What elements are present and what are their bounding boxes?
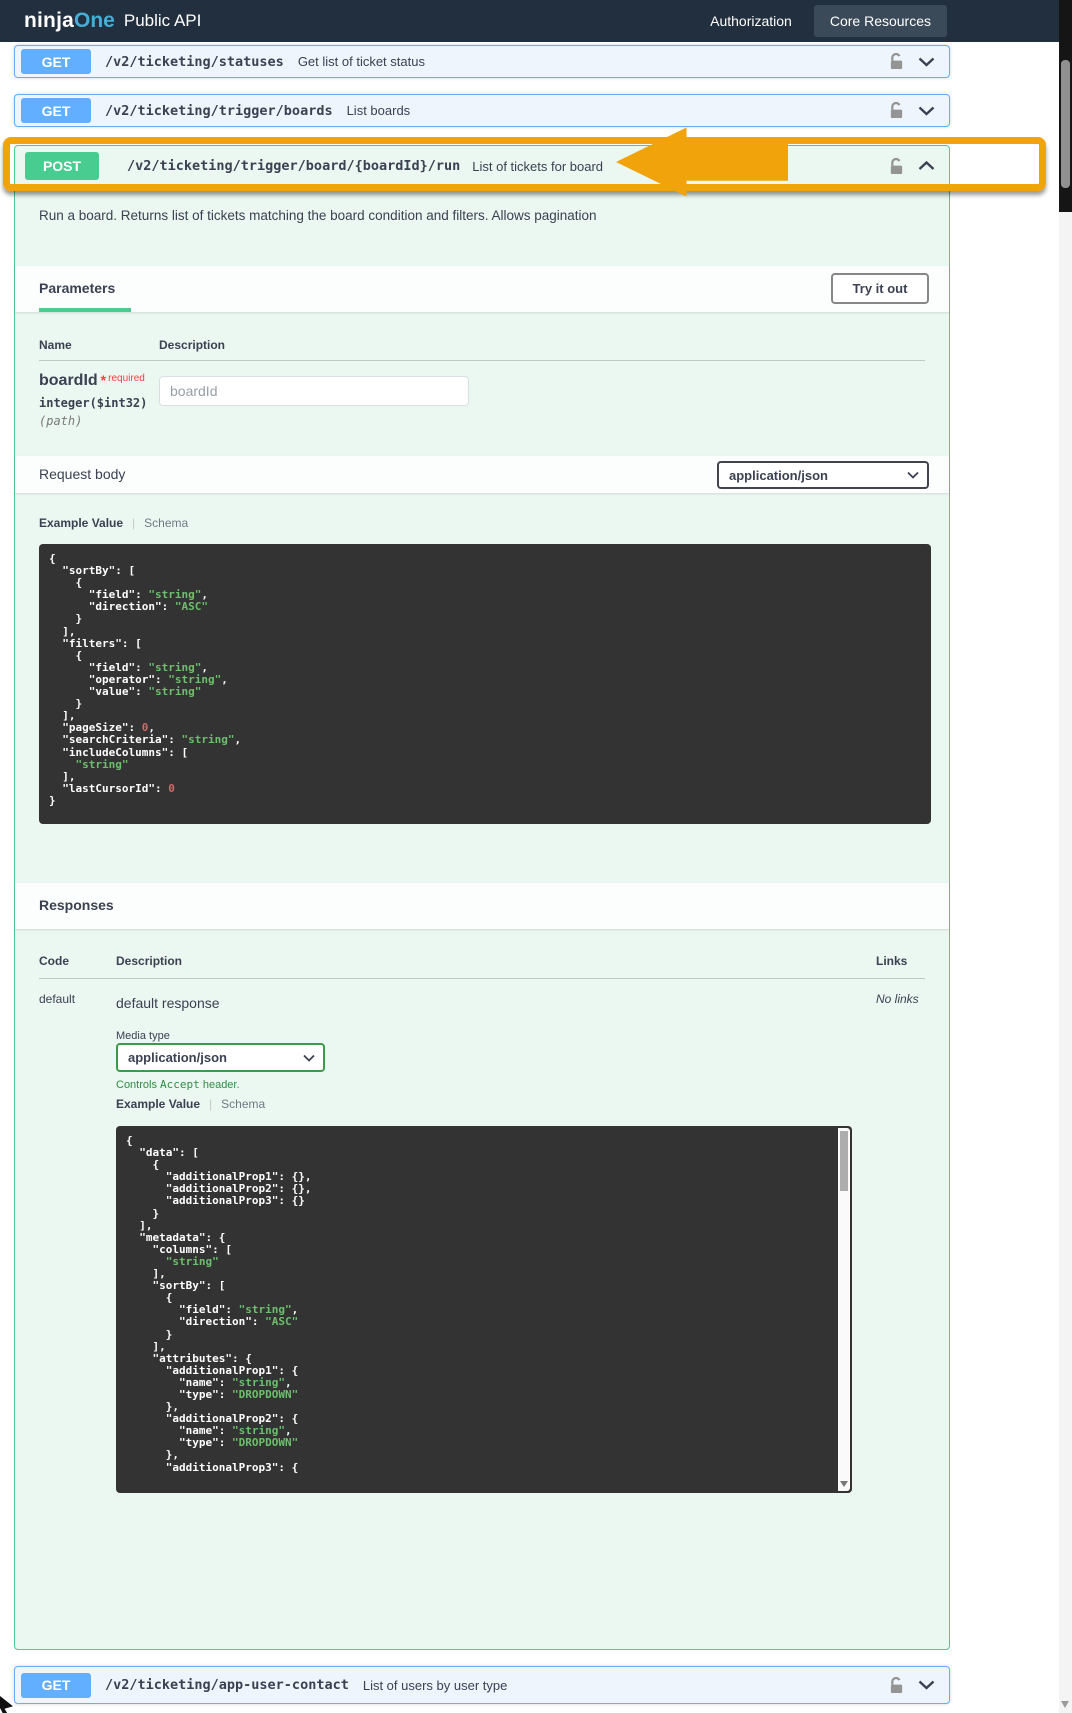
top-nav: Authorization Core Resources — [710, 0, 947, 42]
top-bar: ninjaOne Public API Authorization Core R… — [0, 0, 1072, 42]
response-links-value: No links — [876, 992, 919, 1006]
controls-accept-prefix: Controls — [116, 1079, 160, 1091]
endpoint-row-trigger-boards[interactable]: GET /v2/ticketing/trigger/boards List bo… — [14, 94, 950, 127]
responses-section-header: Responses — [15, 883, 949, 929]
request-example-json: { "sortBy": [ { "field": "string", "dire… — [39, 544, 931, 816]
lock-open-icon[interactable] — [889, 157, 904, 176]
endpoint-row-run-board[interactable]: POST /v2/ticketing/trigger/board/{boardI… — [17, 148, 947, 184]
chevron-down-icon[interactable] — [918, 1680, 935, 1690]
param-type: integer($int32) — [39, 396, 147, 410]
media-type-label: Media type — [116, 1030, 170, 1042]
operation-description: Run a board. Returns list of tickets mat… — [39, 208, 597, 223]
responses-description-header: Description — [116, 954, 182, 968]
logo-text-public-api: Public API — [124, 11, 202, 31]
row-icons — [889, 157, 935, 176]
scroll-down-arrow-icon[interactable] — [840, 1481, 848, 1487]
get-method-badge: GET — [21, 1673, 91, 1698]
param-location: (path) — [39, 414, 82, 428]
tab-schema[interactable]: Schema — [221, 1097, 265, 1111]
endpoint-summary: List of users by user type — [363, 1678, 508, 1693]
response-example-json: { "data": [ { "additionalProp1": {}, "ad… — [116, 1126, 852, 1483]
endpoint-path: /v2/ticketing/trigger/boards — [105, 103, 333, 119]
lock-open-icon[interactable] — [889, 101, 904, 120]
logo-text-ninja: ninja — [24, 9, 74, 33]
parameters-section-header: Parameters Try it out — [15, 266, 949, 312]
page-scrollbar-thumb[interactable] — [1061, 60, 1070, 188]
param-name-text: boardId — [39, 372, 98, 389]
required-label: required — [108, 373, 145, 384]
row-icons — [889, 101, 935, 120]
endpoint-row-statuses[interactable]: GET /v2/ticketing/statuses Get list of t… — [14, 45, 950, 78]
get-method-badge: GET — [21, 98, 91, 123]
chevron-down-icon — [907, 471, 919, 479]
ninjaone-logo: ninjaOne Public API — [24, 0, 201, 42]
param-description-header: Description — [159, 338, 225, 352]
chevron-down-icon[interactable] — [918, 57, 935, 67]
required-star: * — [101, 372, 106, 388]
endpoint-path: /v2/ticketing/trigger/board/{boardId}/ru… — [127, 158, 460, 174]
param-name-header: Name — [39, 338, 72, 352]
response-example-code-block: { "data": [ { "additionalProp1": {}, "ad… — [116, 1126, 852, 1493]
swagger-page: ninjaOne Public API Authorization Core R… — [0, 0, 1072, 1713]
authorization-link[interactable]: Authorization — [710, 13, 792, 29]
chevron-up-icon[interactable] — [918, 161, 935, 171]
response-description: default response — [116, 995, 220, 1011]
endpoint-summary: Get list of ticket status — [298, 54, 425, 69]
response-media-type-select[interactable]: application/json — [116, 1043, 325, 1072]
cursor-artifact — [0, 1696, 13, 1713]
tab-schema[interactable]: Schema — [144, 516, 188, 530]
request-body-media-type-select[interactable]: application/json — [717, 461, 929, 489]
request-example-code-block: { "sortBy": [ { "field": "string", "dire… — [39, 544, 931, 824]
responses-title: Responses — [39, 897, 114, 913]
parameters-active-tab-bar — [39, 308, 131, 312]
post-method-badge: POST — [25, 152, 99, 180]
chevron-down-icon[interactable] — [918, 106, 935, 116]
chevron-down-icon — [303, 1054, 315, 1062]
row-icons — [889, 1676, 935, 1695]
response-example-tabs: Example Value | Schema — [116, 1097, 265, 1111]
tab-divider: | — [132, 516, 135, 530]
request-body-title: Request body — [39, 466, 125, 482]
responses-links-header: Links — [876, 954, 907, 968]
response-media-type-value: application/json — [128, 1050, 227, 1065]
endpoint-panel-run-board: POST /v2/ticketing/trigger/board/{boardI… — [14, 145, 950, 1650]
controls-accept-note: Controls Accept header. — [116, 1078, 240, 1091]
lock-open-icon[interactable] — [889, 1676, 904, 1695]
try-it-out-button[interactable]: Try it out — [831, 273, 929, 304]
core-resources-button[interactable]: Core Resources — [814, 5, 947, 37]
request-body-media-type-value: application/json — [729, 468, 828, 483]
page-scrollbar[interactable] — [1059, 0, 1072, 1713]
endpoint-summary: List boards — [347, 103, 411, 118]
request-body-section-header: Request body application/json — [15, 456, 949, 493]
code-scrollbar-thumb[interactable] — [840, 1131, 848, 1191]
parameters-title: Parameters — [39, 280, 115, 296]
tab-example-value[interactable]: Example Value — [39, 516, 123, 530]
tab-divider: | — [209, 1097, 212, 1111]
endpoint-summary: List of tickets for board — [472, 159, 603, 174]
board-id-input[interactable] — [159, 376, 469, 406]
request-example-tabs: Example Value | Schema — [39, 516, 188, 530]
responses-code-header: Code — [39, 954, 69, 968]
scroll-down-arrow-icon[interactable] — [1061, 1701, 1069, 1708]
get-method-badge: GET — [21, 49, 91, 74]
endpoint-path: /v2/ticketing/statuses — [105, 54, 284, 70]
lock-open-icon[interactable] — [889, 52, 904, 71]
row-icons — [889, 52, 935, 71]
param-name: boardId*required — [39, 372, 145, 390]
logo-text-one: One — [74, 9, 115, 33]
responses-table-divider — [39, 978, 925, 979]
response-code: default — [39, 992, 75, 1006]
controls-accept-suffix: header. — [200, 1079, 240, 1091]
code-block-scrollbar[interactable] — [838, 1128, 850, 1491]
tab-example-value[interactable]: Example Value — [116, 1097, 200, 1111]
controls-accept-code: Accept — [160, 1078, 200, 1091]
endpoint-path: /v2/ticketing/app-user-contact — [105, 1677, 349, 1693]
param-table-divider — [39, 360, 925, 361]
endpoint-row-app-user-contact[interactable]: GET /v2/ticketing/app-user-contact List … — [14, 1666, 950, 1704]
